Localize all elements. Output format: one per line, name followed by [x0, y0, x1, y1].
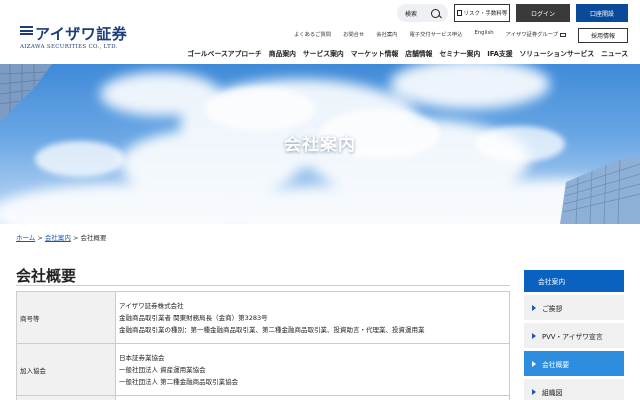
- table-row: [16, 395, 510, 400]
- row-value: [115, 395, 510, 400]
- sidebar-item-company-overview[interactable]: 会社概要: [524, 351, 624, 376]
- sub-nav-english[interactable]: English: [474, 30, 493, 38]
- sub-nav: よくあるご質問 お問合せ 会社案内 電子交付サービス申込 English アイザ…: [294, 30, 566, 38]
- hero-banner: 会社案内: [0, 64, 640, 224]
- table-row: 商号等 アイザワ証券株式会社 金融商品取引業者 関東財務局長（金商）第3283号…: [16, 291, 510, 344]
- sub-nav-group[interactable]: アイザワ証券グループ: [506, 30, 566, 38]
- row-line: 一般社団法人 第二種金融商品取引業協会: [119, 377, 239, 386]
- nav-branches[interactable]: 店舗情報: [405, 48, 432, 58]
- row-label: 加入協会: [16, 343, 116, 396]
- row-line: 日本証券業協会: [119, 353, 165, 362]
- row-line: 金融商品取引業者 関東財務局長（金商）第3283号: [119, 313, 268, 322]
- hero-title: 会社案内: [284, 135, 356, 155]
- row-value: 日本証券業協会 一般社団法人 資産運用業協会 一般社団法人 第二種金融商品取引業…: [115, 343, 510, 396]
- login-button[interactable]: ログイン: [516, 4, 570, 22]
- triangle-right-icon: [532, 332, 536, 339]
- row-value: アイザワ証券株式会社 金融商品取引業者 関東財務局長（金商）第3283号 金融商…: [115, 291, 510, 344]
- nav-goal-based[interactable]: ゴールベースアプローチ: [187, 48, 261, 58]
- sidebar-item-label: 組織図: [542, 388, 563, 397]
- logo-mark-icon: [20, 26, 33, 37]
- breadcrumb-home[interactable]: ホーム: [16, 234, 35, 242]
- sub-nav-group-label: アイザワ証券グループ: [505, 32, 558, 38]
- sidebar-nav: 会社案内 ご挨拶 PVV・アイザワ宣言 会社概要 組織図: [524, 270, 624, 400]
- recruit-button[interactable]: 採用情報: [578, 28, 628, 43]
- table-row: 加入協会 日本証券業協会 一般社団法人 資産運用業協会 一般社団法人 第二種金融…: [16, 343, 510, 396]
- breadcrumb-sep: >: [35, 234, 45, 242]
- nav-market[interactable]: マーケット情報: [351, 48, 399, 58]
- row-line: 一般社団法人 資産運用業協会: [119, 365, 206, 374]
- sidebar-item-label: PVV・アイザワ宣言: [542, 332, 603, 341]
- breadcrumb-current: 会社概要: [80, 234, 107, 242]
- triangle-right-icon: [532, 360, 536, 367]
- triangle-right-icon: [532, 388, 536, 395]
- breadcrumb-sep: >: [70, 234, 81, 242]
- sub-nav-faq[interactable]: よくあるご質問: [294, 30, 331, 38]
- triangle-right-icon: [532, 304, 536, 311]
- site-logo[interactable]: アイザワ証券 AIZAWA SECURITIES CO., LTD.: [20, 24, 130, 58]
- nav-news[interactable]: ニュース: [601, 48, 628, 58]
- sidebar-item-label: 会社概要: [542, 360, 570, 369]
- sub-nav-e-delivery[interactable]: 電子交付サービス申込: [409, 30, 462, 38]
- nav-ifa[interactable]: IFA支援: [487, 48, 512, 58]
- sidebar-heading[interactable]: 会社案内: [524, 270, 624, 292]
- site-header: アイザワ証券 AIZAWA SECURITIES CO., LTD. 検索 リス…: [0, 0, 640, 64]
- open-account-button[interactable]: 口座開設: [576, 4, 628, 22]
- search-button[interactable]: 検索: [396, 4, 448, 22]
- sidebar-item-label: ご挨拶: [542, 304, 563, 313]
- row-label: 商号等: [16, 291, 116, 344]
- nav-services[interactable]: サービス案内: [303, 48, 344, 58]
- breadcrumb-company[interactable]: 会社案内: [45, 234, 71, 242]
- sub-nav-contact[interactable]: お問合せ: [343, 30, 364, 38]
- external-window-icon: [560, 32, 566, 37]
- heading-divider: [16, 285, 510, 286]
- nav-solutions[interactable]: ソリューションサービス: [520, 48, 595, 58]
- sidebar-item-pvv[interactable]: PVV・アイザワ宣言: [524, 323, 624, 348]
- risk-fee-button[interactable]: リスク・手数料等: [454, 4, 510, 22]
- utility-bar: 検索 リスク・手数料等 ログイン 口座開設: [396, 4, 628, 22]
- document-icon: [456, 10, 462, 16]
- row-line: 金融商品取引業の種別：第一種金融商品取引業、第二種金融商品取引業、投資助言・代理…: [119, 325, 425, 334]
- logo-text: アイザワ証券: [35, 25, 128, 43]
- row-label: [16, 395, 116, 400]
- logo-subtitle: AIZAWA SECURITIES CO., LTD.: [20, 44, 118, 50]
- sub-nav-company[interactable]: 会社案内: [376, 30, 397, 38]
- sidebar-item-greeting[interactable]: ご挨拶: [524, 295, 624, 320]
- sidebar-item-org-chart[interactable]: 組織図: [524, 379, 624, 400]
- nav-products[interactable]: 商品案内: [269, 48, 296, 58]
- main-nav: ゴールベースアプローチ 商品案内 サービス案内 マーケット情報 店舗情報 セミナ…: [187, 48, 628, 58]
- risk-fee-label: リスク・手数料等: [463, 11, 508, 17]
- company-info-table: 商号等 アイザワ証券株式会社 金融商品取引業者 関東財務局長（金商）第3283号…: [16, 291, 510, 400]
- breadcrumb: ホーム > 会社案内 > 会社概要: [16, 232, 107, 242]
- search-label: 検索: [404, 10, 417, 18]
- row-line: アイザワ証券株式会社: [119, 301, 184, 310]
- page-title: 会社概要: [16, 267, 77, 285]
- nav-seminars[interactable]: セミナー案内: [439, 48, 480, 58]
- search-icon: [431, 8, 440, 18]
